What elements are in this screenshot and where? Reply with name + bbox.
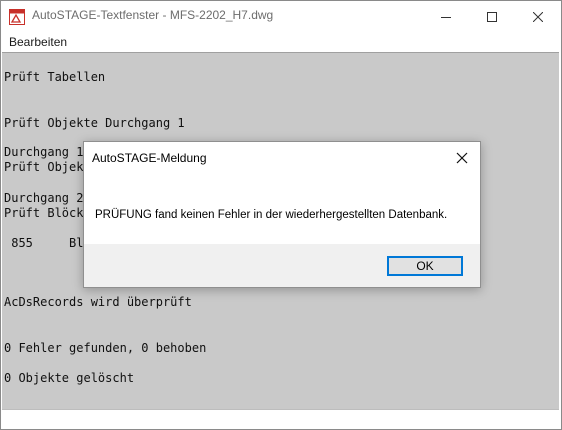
console-line: Durchgang 1 bbox=[4, 145, 84, 159]
console-line: Prüft Objekt bbox=[4, 160, 91, 174]
message-dialog: AutoSTAGE-Meldung PRÜFUNG fand keinen Fe… bbox=[83, 141, 481, 288]
console-line: Prüft Blöcke bbox=[4, 206, 91, 220]
minimize-icon bbox=[441, 16, 451, 18]
console-line: Prüft Tabellen bbox=[4, 70, 106, 84]
maximize-button[interactable] bbox=[469, 1, 515, 32]
ok-button[interactable]: OK bbox=[387, 256, 463, 276]
close-button[interactable] bbox=[515, 1, 561, 32]
dialog-close-icon[interactable] bbox=[454, 150, 470, 166]
dialog-message: PRÜFUNG fand keinen Fehler in der wieder… bbox=[95, 209, 448, 221]
console-line: 0 Fehler gefunden, 0 behoben bbox=[4, 341, 207, 355]
dialog-title: AutoSTAGE-Meldung bbox=[92, 151, 207, 165]
title-bar[interactable]: AutoSTAGE-Textfenster - MFS-2202_H7.dwg bbox=[1, 1, 561, 32]
minimize-button[interactable] bbox=[423, 1, 469, 32]
autocad-text-window-icon bbox=[9, 9, 25, 25]
menu-item-bearbeiten[interactable]: Bearbeiten bbox=[9, 35, 67, 49]
close-icon bbox=[533, 11, 543, 22]
console-line: Prüft Objekte Durchgang 1 bbox=[4, 116, 185, 130]
window-title: AutoSTAGE-Textfenster - MFS-2202_H7.dwg bbox=[32, 8, 274, 22]
console-line: 855 Blö bbox=[4, 236, 91, 250]
console-line: AcDsRecords wird überprüft bbox=[4, 295, 192, 309]
console-line: Durchgang 2 bbox=[4, 191, 84, 205]
menu-bar: Bearbeiten bbox=[1, 32, 561, 52]
console-line: 0 Objekte gelöscht bbox=[4, 371, 135, 385]
dialog-footer: OK bbox=[84, 244, 480, 287]
maximize-icon bbox=[487, 11, 497, 22]
command-line-input[interactable] bbox=[2, 409, 559, 429]
